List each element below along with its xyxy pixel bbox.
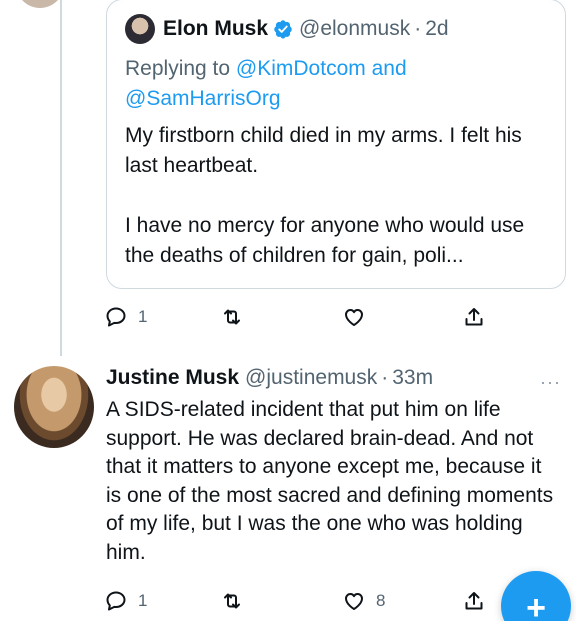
mention-link-samharrisorg[interactable]: @SamHarrisOrg: [125, 87, 281, 110]
timestamp[interactable]: 2d: [425, 17, 448, 41]
reply-icon: [106, 307, 126, 327]
share-button[interactable]: [462, 305, 486, 329]
retweet-icon: [224, 309, 240, 325]
more-icon[interactable]: ···: [540, 372, 561, 393]
reply-count: 1: [138, 591, 148, 610]
compose-plus-icon: +: [526, 589, 546, 621]
like-button[interactable]: [342, 305, 366, 329]
retweet-icon: [224, 593, 240, 609]
retweet-button[interactable]: [220, 589, 244, 613]
share-icon: [465, 308, 483, 326]
meta-separator: ·: [381, 366, 389, 389]
author-name[interactable]: Elon Musk: [163, 17, 268, 41]
avatar[interactable]: [125, 14, 155, 44]
replying-to-line: Replying to @KimDotcom and @SamHarrisOrg: [125, 54, 545, 114]
meta-separator: ·: [414, 17, 422, 40]
reply-button[interactable]: 1: [104, 589, 147, 613]
author-handle[interactable]: @justinemusk: [245, 366, 377, 390]
author-handle[interactable]: @elonmusk: [299, 17, 410, 41]
reply-tweet-actions: 1 8: [104, 589, 504, 619]
like-icon: [345, 593, 363, 610]
timestamp[interactable]: 33m: [392, 366, 433, 390]
retweet-button[interactable]: [220, 305, 244, 329]
like-count: 8: [376, 591, 386, 610]
reply-tweet-header: Justine Musk @justinemusk · 33m: [106, 366, 433, 390]
mention-link-kimdotcom[interactable]: @KimDotcom: [236, 57, 366, 80]
reply-tweet-text: A SIDS-related incident that put him on …: [106, 398, 554, 564]
quoted-tweet-actions: 1: [104, 305, 504, 335]
quoted-tweet-card[interactable]: Elon Musk @elonmusk · 2d Replying to @Ki…: [106, 0, 566, 289]
like-button[interactable]: 8: [342, 589, 385, 613]
verified-badge-icon: [274, 20, 292, 39]
parent-avatar[interactable]: [16, 0, 64, 8]
like-icon: [345, 309, 363, 326]
avatar[interactable]: [14, 366, 94, 448]
quoted-tweet-text: My firstborn child died in my arms. I fe…: [125, 121, 555, 271]
author-name[interactable]: Justine Musk: [106, 366, 239, 390]
replying-and[interactable]: and: [372, 57, 407, 80]
share-button[interactable]: [462, 589, 486, 613]
tweet-paragraph: I have no mercy for anyone who would use…: [125, 214, 525, 267]
reply-icon: [106, 591, 126, 611]
reply-button[interactable]: 1: [104, 305, 147, 329]
replying-to-prefix: Replying to: [125, 57, 231, 80]
reply-count: 1: [138, 307, 148, 326]
tweet-paragraph: My firstborn child died in my arms. I fe…: [125, 124, 522, 177]
quoted-tweet-header: Elon Musk @elonmusk · 2d: [125, 14, 449, 44]
share-icon: [465, 592, 483, 610]
compose-button[interactable]: +: [501, 571, 571, 621]
thread-connector-line: [60, 0, 62, 356]
